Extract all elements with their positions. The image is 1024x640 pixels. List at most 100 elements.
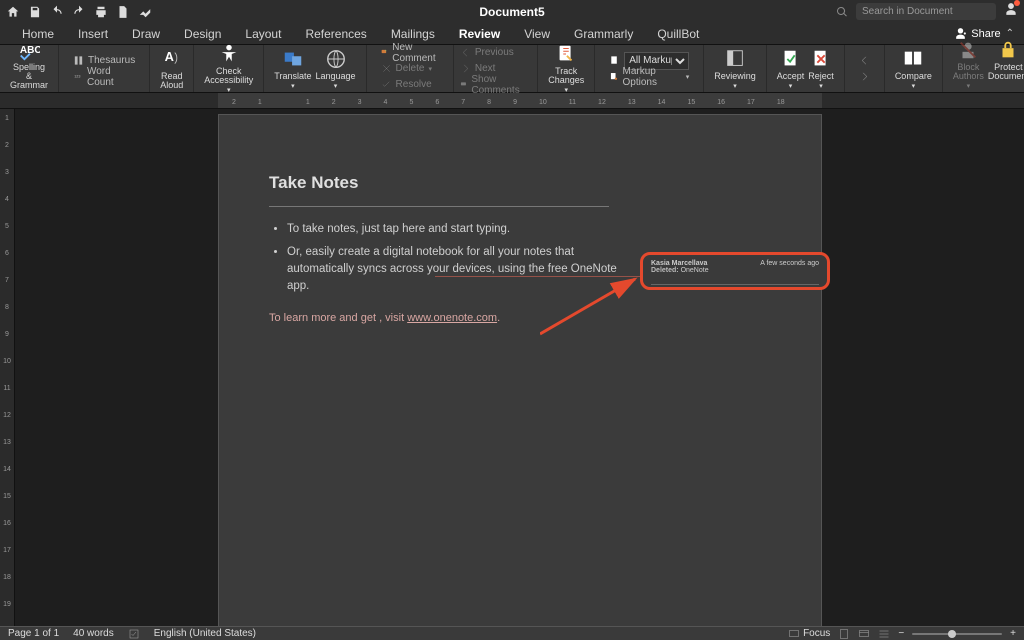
quick-access-toolbar <box>6 5 152 19</box>
prev-change-button[interactable] <box>857 53 872 68</box>
zoom-out-button[interactable]: − <box>898 628 904 639</box>
delete-icon <box>381 63 392 74</box>
doc-learn-line[interactable]: To learn more and get , visit www.onenot… <box>269 310 771 327</box>
tab-quillbot[interactable]: QuillBot <box>645 23 711 44</box>
new-comment-button[interactable]: +New Comment <box>379 45 441 60</box>
next-change-button[interactable] <box>857 69 872 84</box>
language-button[interactable]: Language <box>313 48 357 90</box>
reject-button[interactable]: Reject <box>806 48 836 90</box>
resolve-comment-button: Resolve <box>379 77 441 92</box>
doc-icon <box>609 55 620 66</box>
file-icon[interactable] <box>116 5 130 19</box>
read-aloud-icon: A <box>161 48 183 70</box>
ribbon-review: ABC Spelling & Grammar Thesaurus 123Word… <box>0 45 1024 93</box>
translate-icon <box>282 48 304 70</box>
status-language[interactable]: English (United States) <box>154 628 256 639</box>
print-icon[interactable] <box>94 5 108 19</box>
horizontal-ruler[interactable]: 21123456789101112131415161718 <box>0 93 1024 109</box>
heading-separator <box>269 206 609 207</box>
compare-icon <box>902 48 924 70</box>
ruler-marks-h: 21123456789101112131415161718 <box>218 93 822 108</box>
document-workspace[interactable]: 12345678910111213141516171819 Take Notes… <box>0 109 1024 626</box>
tab-references[interactable]: References <box>293 23 378 44</box>
lock-icon <box>997 39 1019 61</box>
tab-layout[interactable]: Layout <box>233 23 293 44</box>
user-avatar[interactable] <box>1004 2 1018 21</box>
check-accessibility-button[interactable]: Check Accessibility <box>202 43 255 94</box>
word-count-icon: 123 <box>73 71 83 82</box>
web-layout-icon[interactable] <box>858 628 870 640</box>
next-icon <box>460 63 471 74</box>
titlebar: Document5 <box>0 0 1024 23</box>
translate-button[interactable]: Translate <box>272 48 313 90</box>
spellcheck-icon: ABC <box>18 39 40 61</box>
revision-connector-line <box>435 276 650 277</box>
chevron-left-icon <box>859 55 870 66</box>
previous-comment-button: Previous <box>458 45 525 60</box>
spelling-grammar-button[interactable]: ABC Spelling & Grammar <box>8 39 50 99</box>
zoom-thumb[interactable] <box>948 630 956 638</box>
status-bar: Page 1 of 1 40 words English (United Sta… <box>0 626 1024 640</box>
zoom-slider[interactable] <box>912 633 1002 635</box>
svg-text:A: A <box>164 48 173 63</box>
accept-button[interactable]: Accept <box>775 48 807 90</box>
revision-callout[interactable]: Kasia Marcellava Deleted: OneNote A few … <box>640 252 830 290</box>
search-icon <box>836 6 848 18</box>
document-body[interactable]: Take Notes To take notes, just tap here … <box>219 115 821 326</box>
revision-time: A few seconds ago <box>760 260 819 284</box>
accept-icon <box>780 48 802 70</box>
doc-bullet-2[interactable]: Or, easily create a digital notebook for… <box>287 244 617 296</box>
tab-grammarly[interactable]: Grammarly <box>562 23 645 44</box>
prev-icon <box>460 47 471 58</box>
onenote-link[interactable]: www.onenote.com <box>407 312 497 324</box>
tab-review[interactable]: Review <box>447 23 512 44</box>
vertical-ruler[interactable]: 12345678910111213141516171819 <box>0 109 15 626</box>
home-icon[interactable] <box>6 5 20 19</box>
customize-icon[interactable] <box>138 5 152 19</box>
pane-icon <box>724 48 746 70</box>
doc-bullet-1[interactable]: To take notes, just tap here and start t… <box>287 221 771 238</box>
book-icon <box>73 55 84 66</box>
accessibility-icon <box>218 43 240 65</box>
read-aloud-button[interactable]: A Read Aloud <box>158 48 185 90</box>
search-input[interactable] <box>856 3 996 20</box>
chevron-right-icon <box>859 71 870 82</box>
document-page[interactable]: Take Notes To take notes, just tap here … <box>218 114 822 626</box>
tab-draw[interactable]: Draw <box>120 23 172 44</box>
tab-view[interactable]: View <box>512 23 562 44</box>
comments-icon <box>460 79 467 90</box>
status-words[interactable]: 40 words <box>73 628 114 639</box>
outline-view-icon[interactable] <box>878 628 890 640</box>
new-comment-icon: + <box>381 47 389 58</box>
delete-comment-button: Delete▾ <box>379 61 441 76</box>
redo-icon[interactable] <box>72 5 86 19</box>
options-icon <box>609 71 618 82</box>
svg-text:+: + <box>384 49 386 53</box>
tab-design[interactable]: Design <box>172 23 233 44</box>
reject-icon <box>810 48 832 70</box>
protect-document-button[interactable]: Protect Document <box>986 39 1024 99</box>
tab-insert[interactable]: Insert <box>66 23 120 44</box>
check-icon <box>381 79 392 90</box>
revision-author: Kasia Marcellava <box>651 260 707 267</box>
status-page[interactable]: Page 1 of 1 <box>8 628 59 639</box>
reviewing-pane-button[interactable]: Reviewing <box>712 48 758 90</box>
revision-deleted-label: Deleted: <box>651 267 679 274</box>
block-authors-icon <box>957 39 979 61</box>
save-icon[interactable] <box>28 5 42 19</box>
spelling-status-icon[interactable] <box>128 628 140 640</box>
track-changes-button[interactable]: Track Changes <box>546 43 586 94</box>
undo-icon[interactable] <box>50 5 64 19</box>
print-layout-icon[interactable] <box>838 628 850 640</box>
track-changes-icon <box>555 43 577 65</box>
zoom-in-button[interactable]: + <box>1010 628 1016 639</box>
word-count-button[interactable]: 123Word Count <box>71 69 137 84</box>
doc-heading[interactable]: Take Notes <box>269 170 771 196</box>
markup-options-button[interactable]: Markup Options▾ <box>607 69 691 84</box>
show-comments-button: Show Comments <box>458 77 525 92</box>
focus-icon <box>788 628 800 640</box>
globe-icon <box>325 48 347 70</box>
compare-button[interactable]: Compare <box>893 48 934 90</box>
focus-button[interactable]: Focus <box>788 628 830 640</box>
collapse-ribbon-icon[interactable]: ⌃ <box>1006 28 1014 39</box>
